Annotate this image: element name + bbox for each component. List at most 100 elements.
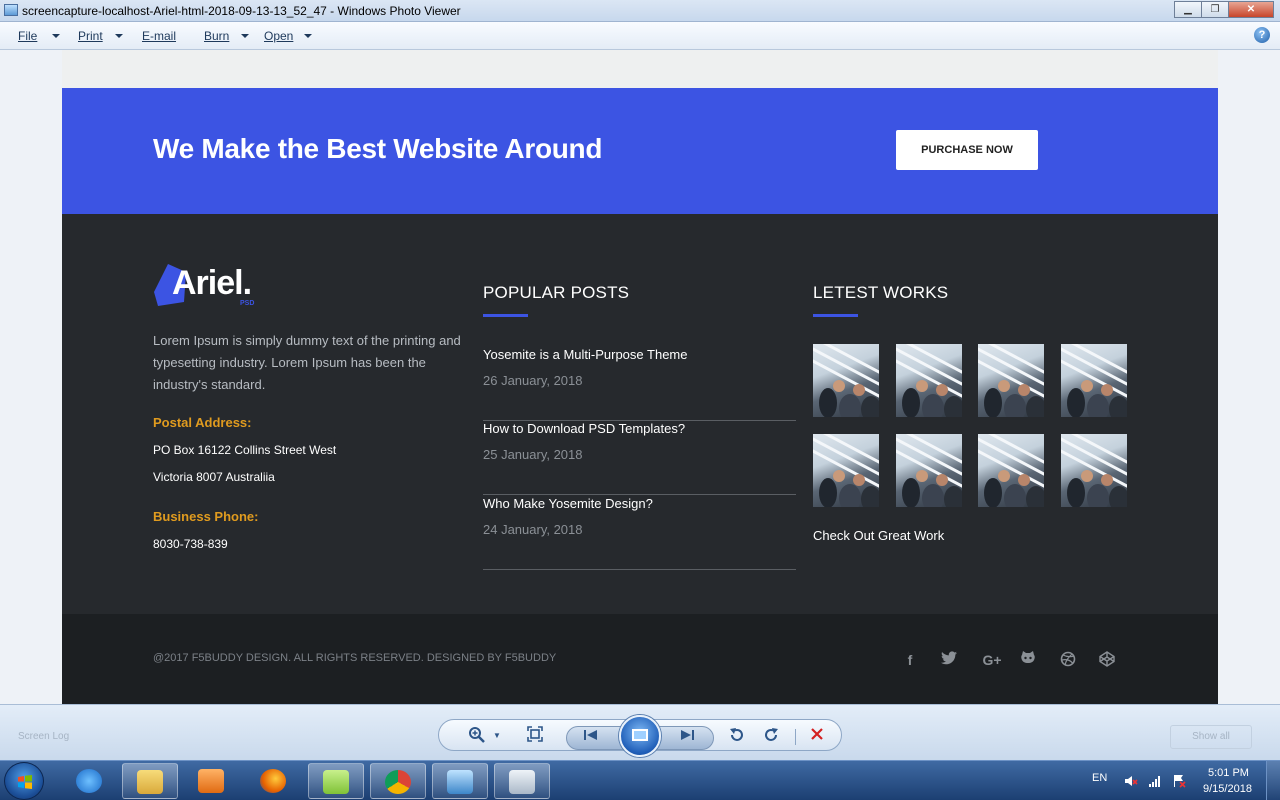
work-thumbnail[interactable] bbox=[1061, 344, 1127, 417]
clock-date[interactable]: 9/15/2018 bbox=[1203, 783, 1252, 795]
taskbar-calculator[interactable] bbox=[494, 763, 550, 799]
photo-viewer-icon bbox=[447, 770, 473, 794]
ghost-taskbar-preview-label: Screen Log bbox=[18, 731, 70, 742]
cta-banner: We Make the Best Website Around PURCHASE… bbox=[62, 88, 1218, 214]
notepad-plus-icon bbox=[323, 770, 349, 794]
popular-posts-title: POPULAR POSTS bbox=[483, 283, 630, 302]
website-screenshot: We Make the Best Website Around PURCHASE… bbox=[62, 50, 1218, 704]
firefox-icon bbox=[260, 769, 286, 793]
purchase-now-button[interactable]: PURCHASE NOW bbox=[896, 130, 1038, 170]
page-top-strip bbox=[62, 50, 1218, 88]
toolbar-separator bbox=[795, 729, 796, 745]
latest-works-underline bbox=[813, 314, 858, 317]
chrome-icon bbox=[385, 770, 411, 794]
menu-file[interactable]: File bbox=[18, 29, 37, 43]
check-out-work-link[interactable]: Check Out Great Work bbox=[813, 528, 944, 543]
burn-chevron-down-icon[interactable] bbox=[241, 34, 249, 38]
work-thumbnail[interactable] bbox=[813, 344, 879, 417]
post-title[interactable]: Yosemite is a Multi-Purpose Theme bbox=[483, 347, 687, 362]
post-title[interactable]: How to Download PSD Templates? bbox=[483, 421, 685, 436]
menu-print[interactable]: Print bbox=[78, 29, 103, 43]
taskbar-notepad-plus[interactable] bbox=[308, 763, 364, 799]
network-signal-icon[interactable] bbox=[1148, 774, 1162, 788]
taskbar-firefox[interactable] bbox=[246, 763, 302, 799]
menu-burn[interactable]: Burn bbox=[204, 29, 229, 43]
slideshow-icon bbox=[632, 729, 648, 741]
taskbar-internet-explorer[interactable] bbox=[62, 763, 118, 799]
ghost-show-all-button: Show all bbox=[1170, 725, 1252, 749]
volume-muted-icon[interactable] bbox=[1124, 774, 1138, 788]
work-thumbnail[interactable] bbox=[813, 434, 879, 507]
zoom-icon[interactable] bbox=[466, 726, 488, 746]
twitter-icon[interactable] bbox=[940, 651, 958, 669]
post-item: Who Make Yosemite Design? 24 January, 20… bbox=[483, 496, 796, 570]
taskbar-chrome[interactable] bbox=[370, 763, 426, 799]
work-thumbnail[interactable] bbox=[896, 434, 962, 507]
copyright-text: @2017 F5BUDDY DESIGN. ALL RIGHTS RESERVE… bbox=[153, 652, 557, 664]
calculator-icon bbox=[509, 770, 535, 794]
previous-icon[interactable] bbox=[580, 726, 602, 746]
facebook-icon[interactable]: f bbox=[901, 651, 919, 669]
menu-open[interactable]: Open bbox=[264, 29, 293, 43]
rotate-clockwise-icon[interactable] bbox=[760, 726, 782, 746]
internet-explorer-icon bbox=[76, 769, 102, 793]
work-thumbnail[interactable] bbox=[978, 434, 1044, 507]
business-phone-label: Business Phone: bbox=[153, 509, 259, 524]
action-center-icon[interactable] bbox=[1172, 774, 1186, 788]
image-viewer: We Make the Best Website Around PURCHASE… bbox=[0, 50, 1280, 704]
latest-works-title: LETEST WORKS bbox=[813, 283, 949, 302]
site-footer: Ariel. PSD Lorem Ipsum is simply dummy t… bbox=[62, 214, 1218, 614]
help-icon[interactable]: ? bbox=[1254, 27, 1270, 43]
popular-posts-underline bbox=[483, 314, 528, 317]
codepen-icon[interactable] bbox=[1098, 651, 1116, 669]
logo-text: Ariel. bbox=[172, 264, 252, 302]
language-indicator[interactable]: EN bbox=[1092, 772, 1107, 784]
google-plus-icon[interactable]: G+ bbox=[979, 651, 1005, 669]
zoom-chevron-down-icon[interactable]: ▼ bbox=[486, 726, 508, 746]
dribbble-icon[interactable] bbox=[1059, 651, 1077, 669]
photo-viewer-icon bbox=[4, 4, 18, 16]
ariel-logo[interactable]: Ariel. PSD bbox=[154, 260, 264, 312]
post-date: 25 January, 2018 bbox=[483, 447, 583, 462]
github-icon[interactable] bbox=[1019, 651, 1037, 669]
windows-logo-icon bbox=[18, 775, 32, 789]
post-date: 26 January, 2018 bbox=[483, 373, 583, 388]
file-chevron-down-icon[interactable] bbox=[52, 34, 60, 38]
menu-bar: File Print E-mail Burn Open ? bbox=[0, 22, 1280, 50]
copyright-bar: @2017 F5BUDDY DESIGN. ALL RIGHTS RESERVE… bbox=[62, 614, 1218, 704]
next-icon[interactable] bbox=[676, 726, 698, 746]
rotate-counterclockwise-icon[interactable] bbox=[726, 726, 748, 746]
windows-taskbar: EN 5:01 PM 9/15/2018 bbox=[0, 760, 1280, 800]
actual-size-icon[interactable] bbox=[524, 726, 546, 746]
open-chevron-down-icon[interactable] bbox=[304, 34, 312, 38]
media-player-icon bbox=[198, 769, 224, 793]
about-text: Lorem Ipsum is simply dummy text of the … bbox=[153, 333, 461, 392]
close-button[interactable]: ✕ bbox=[1228, 1, 1274, 18]
post-item: How to Download PSD Templates? 25 Januar… bbox=[483, 421, 796, 495]
menu-email[interactable]: E-mail bbox=[142, 29, 176, 43]
postal-address-label: Postal Address: bbox=[153, 415, 252, 430]
cta-title: We Make the Best Website Around bbox=[153, 133, 603, 164]
work-thumbnail[interactable] bbox=[896, 344, 962, 417]
taskbar-media-player[interactable] bbox=[184, 763, 240, 799]
clock-time[interactable]: 5:01 PM bbox=[1208, 767, 1249, 779]
taskbar-photo-viewer[interactable] bbox=[432, 763, 488, 799]
work-thumbnail[interactable] bbox=[978, 344, 1044, 417]
post-title[interactable]: Who Make Yosemite Design? bbox=[483, 496, 653, 511]
viewer-toolbar: Screen Log Show all ▼ bbox=[0, 704, 1280, 760]
window-controls: ▁ ❐ ✕ bbox=[1174, 1, 1274, 19]
start-button[interactable] bbox=[4, 762, 44, 800]
show-desktop-button[interactable] bbox=[1266, 761, 1280, 800]
business-phone-value: 8030-738-839 bbox=[153, 537, 228, 551]
delete-icon[interactable] bbox=[806, 726, 828, 746]
print-chevron-down-icon[interactable] bbox=[115, 34, 123, 38]
taskbar-file-explorer[interactable] bbox=[122, 763, 178, 799]
work-thumbnail[interactable] bbox=[1061, 434, 1127, 507]
maximize-button[interactable]: ❐ bbox=[1201, 1, 1229, 18]
slideshow-button[interactable] bbox=[619, 715, 661, 757]
minimize-button[interactable]: ▁ bbox=[1174, 1, 1202, 18]
logo-subtext: PSD bbox=[240, 300, 255, 307]
postal-address-line-1: PO Box 16122 Collins Street West bbox=[153, 443, 337, 457]
postal-address-line-2: Victoria 8007 Australiia bbox=[153, 470, 275, 484]
post-item: Yosemite is a Multi-Purpose Theme 26 Jan… bbox=[483, 347, 796, 421]
